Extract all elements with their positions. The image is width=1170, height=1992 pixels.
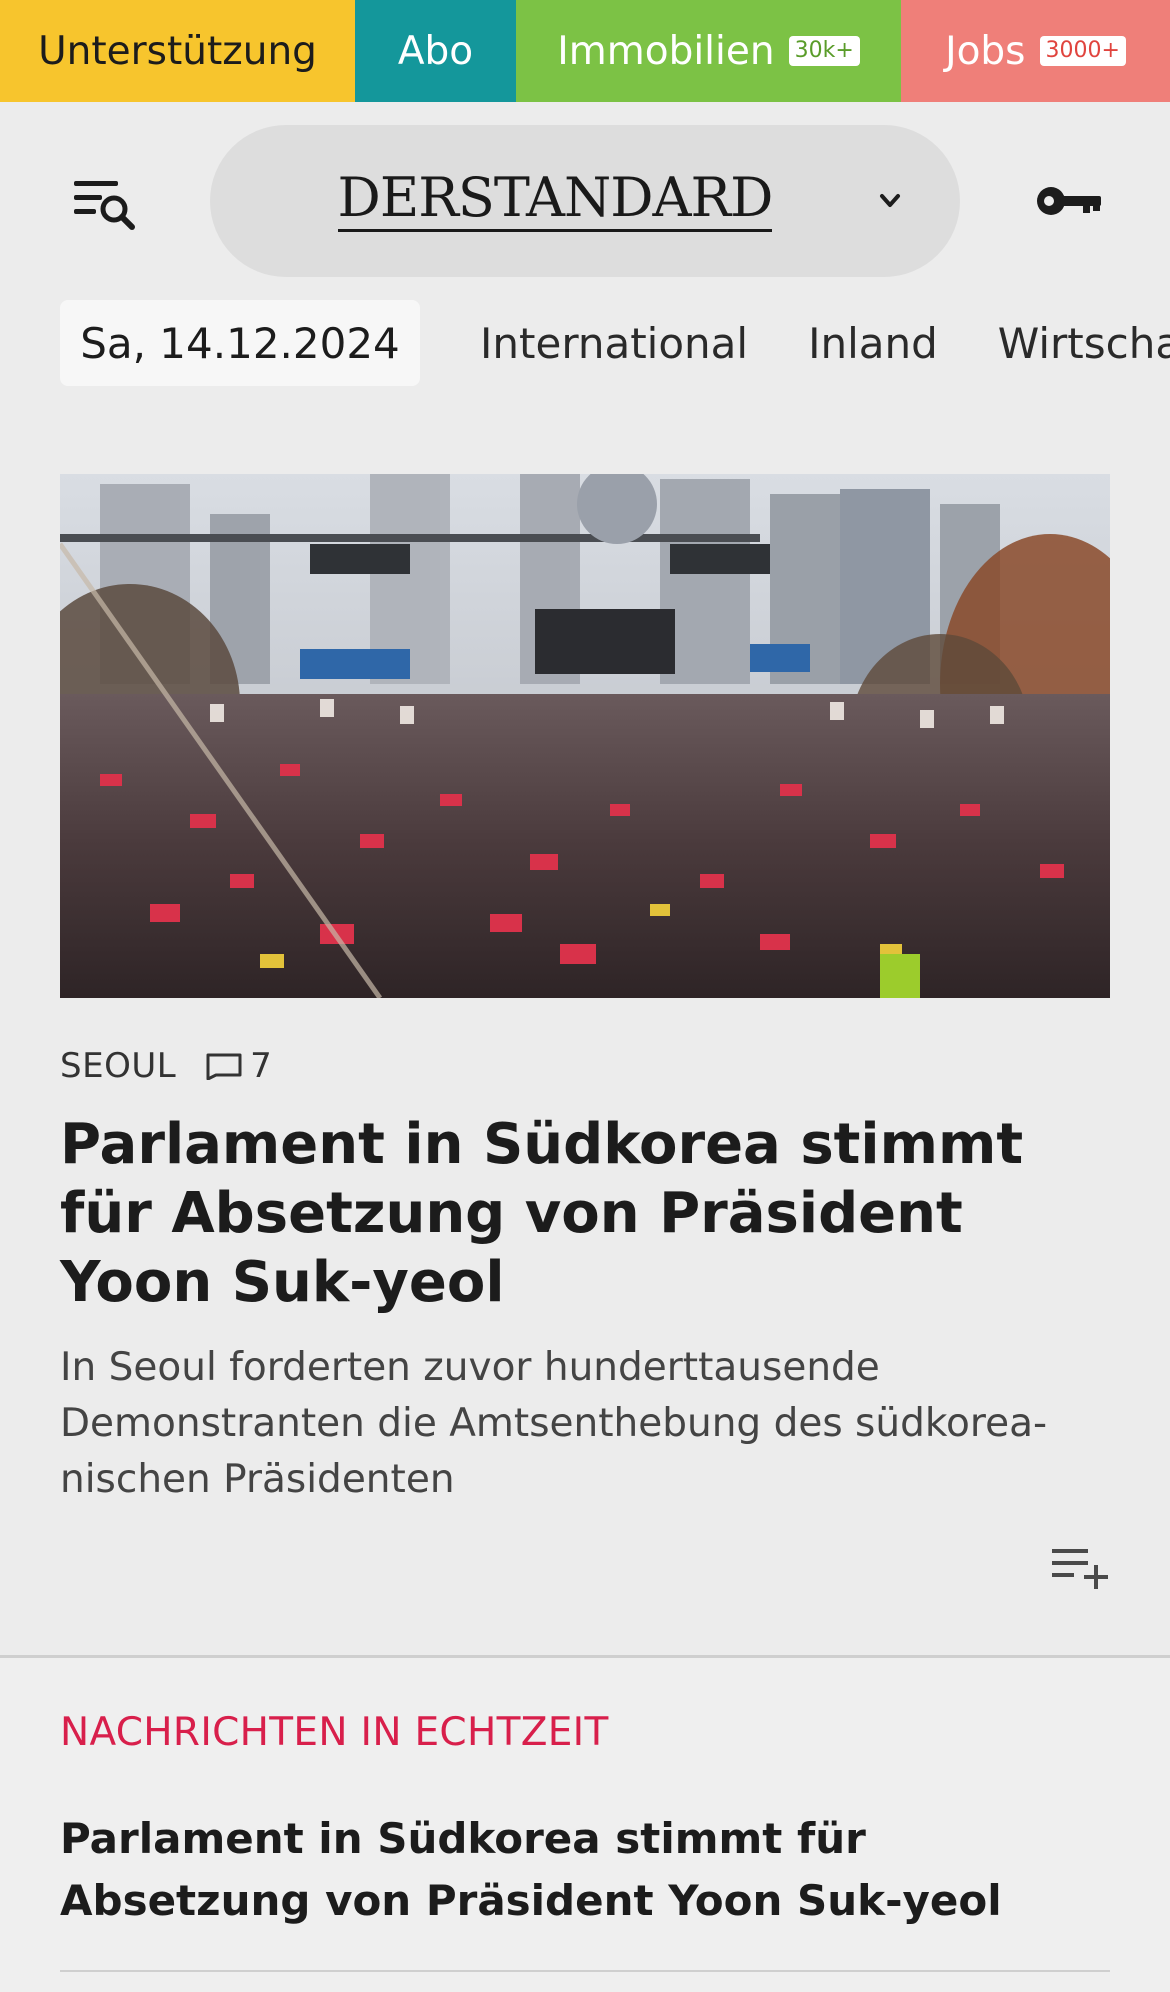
- live-news-divider: [60, 1970, 1110, 1972]
- abo-label: Abo: [397, 28, 474, 74]
- abo-link[interactable]: Abo: [355, 0, 516, 102]
- article-kicker: SEOUL 7: [60, 1044, 272, 1088]
- article-headline[interactable]: Parlament in Südkorea stimmt für Absetzu…: [60, 1110, 1120, 1317]
- comment-count[interactable]: 7: [250, 1046, 272, 1086]
- service-bar: Unterstützung Abo Immobilien 30k+ Jobs 3…: [0, 0, 1170, 102]
- support-link[interactable]: Unterstützung: [0, 0, 355, 102]
- key-icon[interactable]: [1035, 178, 1105, 224]
- article-hero-image[interactable]: [60, 474, 1110, 998]
- live-news-section: NACHRICHTEN IN ECHTZEIT Parlament in Süd…: [0, 1658, 1170, 1992]
- realestate-count-badge: 30k+: [788, 36, 860, 66]
- section-nav: International Inland Wirtscha: [480, 300, 1170, 386]
- jobs-label: Jobs: [945, 28, 1026, 74]
- support-label: Unterstützung: [38, 28, 317, 74]
- jobs-count-badge: 3000+: [1039, 36, 1126, 66]
- logo-edition-switcher[interactable]: DERSTANDARD: [210, 125, 960, 277]
- article-teaser[interactable]: In Seoul forderten zuvor hunderttausende…: [60, 1340, 1110, 1508]
- realestate-label: Immobilien: [557, 28, 775, 74]
- realestate-link[interactable]: Immobilien 30k+: [516, 0, 901, 102]
- date-chip: Sa, 14.12.2024: [60, 300, 420, 386]
- current-date: Sa, 14.12.2024: [80, 318, 400, 368]
- add-to-list-icon[interactable]: [1050, 1545, 1110, 1591]
- live-news-label[interactable]: NACHRICHTEN IN ECHTZEIT: [60, 1710, 609, 1755]
- nav-item-international[interactable]: International: [480, 319, 748, 368]
- nav-item-inland[interactable]: Inland: [808, 319, 938, 368]
- menu-search-icon[interactable]: [70, 175, 140, 235]
- live-news-headline[interactable]: Parlament in Südkorea stimmt für Absetzu…: [60, 1808, 1120, 1932]
- nav-item-wirtschaft[interactable]: Wirtscha: [998, 319, 1170, 368]
- comment-icon[interactable]: [204, 1052, 244, 1080]
- site-logo-text: DERSTANDARD: [337, 169, 773, 232]
- article-location: SEOUL: [60, 1046, 177, 1086]
- jobs-link[interactable]: Jobs 3000+: [901, 0, 1170, 102]
- site-logo[interactable]: DERSTANDARD: [210, 125, 900, 277]
- chevron-down-icon[interactable]: [870, 181, 910, 221]
